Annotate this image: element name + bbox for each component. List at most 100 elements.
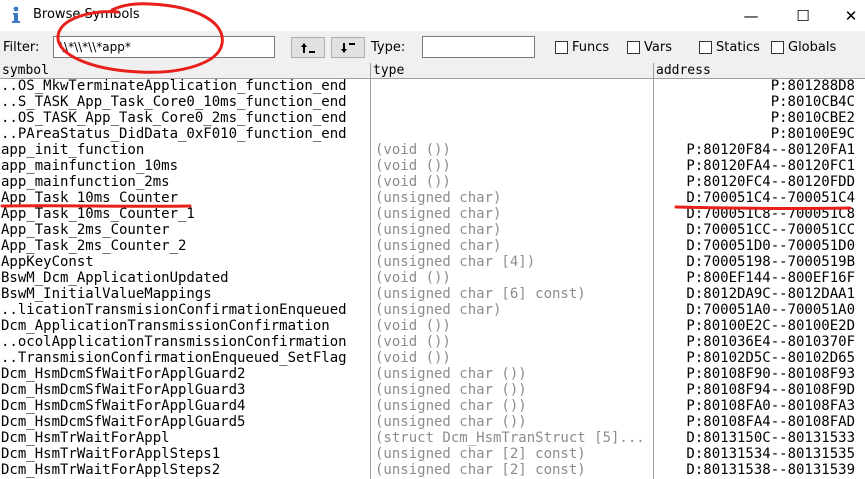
address-cell: D:700051C8--700051C8 [686,206,855,222]
table-row[interactable]: app_init_function (void ()) P:80120F84--80… [0,142,865,158]
table-row[interactable]: App_Task_10ms_Counter_1 (unsigned char) D:… [0,206,865,222]
table-row[interactable]: Dcm_HsmDcmSfWaitForApplGuard4 (unsigned c… [0,398,865,414]
type-cell: (unsigned char ()) [375,398,527,414]
type-cell: (void ()) [375,142,451,158]
column-header-type[interactable]: type [371,63,653,78]
symbol-cell: App_Task_10ms_Counter [1,190,179,206]
address-cell: P:80100E2C--80100E2D [686,318,855,334]
type-cell: (void ()) [375,158,451,174]
type-input[interactable] [422,36,535,58]
table-row[interactable]: ..PAreaStatus_DidData_0xF010_function_en… [0,126,865,142]
funcs-checkbox[interactable]: Funcs [555,40,609,55]
table-row[interactable]: ..S_TASK_App_Task_Core0_10ms_function_en… [0,94,865,110]
table-row[interactable]: Dcm_HsmDcmSfWaitForApplGuard2 (unsigned c… [0,366,865,382]
symbol-cell: app_init_function [1,142,145,158]
symbol-cell: app_mainfunction_2ms [1,174,170,190]
symbol-cell: Dcm_HsmDcmSfWaitForApplGuard3 [1,382,246,398]
funcs-label: Funcs [572,40,610,55]
globals-label: Globals [788,40,837,55]
address-cell: D:700051C4--700051C4 [686,190,855,206]
table-row[interactable]: app_mainfunction_2ms (void ()) P:80120FC4-… [0,174,865,190]
address-cell: P:80120F84--80120FA1 [686,142,855,158]
symbol-cell: ..PAreaStatus_DidData_0xF010_function_en… [1,126,347,142]
checkbox-box [555,41,568,54]
table-row[interactable]: ..TransmisionConfirmationEnqueued_SetFla… [0,350,865,366]
address-cell: P:801036E4--8010370F [686,334,855,350]
address-cell: P:80100E9C [770,126,855,142]
type-cell: (unsigned char ()) [375,382,527,398]
address-cell: P:80102D5C--80102D65 [686,350,855,366]
table-body: ..OS_MkwTerminateApplication_function_en… [0,78,865,478]
filter-input[interactable]: \\*\\*\\*app* [53,36,275,58]
table-row[interactable]: Dcm_HsmTrWaitForApplSteps1 (unsigned char… [0,446,865,462]
type-cell: (unsigned char [2] const) [375,462,586,478]
table-row[interactable]: Dcm_HsmTrWaitForApplSteps2 (unsigned char… [0,462,865,478]
type-cell: (void ()) [375,334,451,350]
address-cell: P:80120FC4--80120FDD [686,174,855,190]
address-cell: D:8013150C--80131533 [686,430,855,446]
address-cell: D:8012DA9C--8012DAA1 [686,286,855,302]
table-row[interactable]: BswM_InitialValueMappings (unsigned char … [0,286,865,302]
filter-toolbar: Filter: \\*\\*\\*app* Type: Funcs Vars S… [0,31,865,63]
table-row[interactable]: Dcm_HsmTrWaitForAppl (struct Dcm_HsmTranS… [0,430,865,446]
type-cell: (unsigned char [2] const) [375,446,586,462]
table-row[interactable]: App_Task_2ms_Counter (unsigned char) D:700… [0,222,865,238]
address-cell: D:80131538--80131539 [686,462,855,478]
type-cell: (unsigned char [6] const) [375,286,586,302]
symbol-cell: ..licationTransmisionConfirmationEnqueue… [1,302,347,318]
table-row[interactable]: App_Task_10ms_Counter (unsigned char) D:70… [0,190,865,206]
table-row[interactable]: Dcm_ApplicationTransmissionConfirmation (… [0,318,865,334]
statics-checkbox[interactable]: Statics [699,40,760,55]
info-icon [12,6,20,23]
statics-label: Statics [716,40,760,55]
address-cell: P:8010CB4C [770,94,855,110]
symbol-cell: ..S_TASK_App_Task_Core0_10ms_function_en… [1,94,347,110]
sort-descending-button[interactable] [331,37,365,58]
table-row[interactable]: ..OS_TASK_App_Task_Core0_2ms_function_en… [0,110,865,126]
address-cell: P:80108F94--80108F9D [686,382,855,398]
checkbox-box [771,41,784,54]
symbol-table[interactable]: symbol type address ..OS_MkwTerminateApp… [0,63,865,479]
title-bar: Browse Symbols — ☐ ✕ [0,0,865,31]
table-row[interactable]: ..OS_MkwTerminateApplication_function_en… [0,78,865,94]
globals-checkbox[interactable]: Globals [771,40,836,55]
type-cell: (struct Dcm_HsmTranStruct [5]... [375,430,645,446]
table-header: symbol type address [0,63,865,79]
table-row[interactable]: ..licationTransmisionConfirmationEnqueue… [0,302,865,318]
sort-down-icon [341,42,355,53]
table-row[interactable]: BswM_Dcm_ApplicationUpdated (void ()) P:80… [0,270,865,286]
address-cell: D:80131534--80131535 [686,446,855,462]
maximize-button[interactable]: ☐ [780,0,826,31]
vars-checkbox[interactable]: Vars [627,40,672,55]
symbol-cell: app_mainfunction_10ms [1,158,179,174]
symbol-cell: Dcm_HsmDcmSfWaitForApplGuard2 [1,366,246,382]
sort-ascending-button[interactable] [291,37,325,58]
symbol-cell: App_Task_2ms_Counter [1,222,170,238]
symbol-cell: ..OS_TASK_App_Task_Core0_2ms_function_en… [1,110,347,126]
symbol-cell: Dcm_HsmTrWaitForAppl [1,430,170,446]
address-cell: D:700051D0--700051D0 [686,238,855,254]
close-button[interactable]: ✕ [828,0,865,31]
minimize-button[interactable]: — [728,0,774,31]
symbol-cell: Dcm_HsmTrWaitForApplSteps1 [1,446,221,462]
symbol-cell: BswM_Dcm_ApplicationUpdated [1,270,229,286]
table-row[interactable]: app_mainfunction_10ms (void ()) P:80120FA4… [0,158,865,174]
column-header-address[interactable]: address [654,63,865,78]
address-cell: P:80108FA4--80108FAD [686,414,855,430]
sort-up-icon [301,42,315,53]
type-cell: (unsigned char ()) [375,414,527,430]
type-cell: (unsigned char ()) [375,366,527,382]
table-row[interactable]: Dcm_HsmDcmSfWaitForApplGuard3 (unsigned c… [0,382,865,398]
table-row[interactable]: ..ocolApplicationTransmissionConfirmatio… [0,334,865,350]
table-row[interactable]: AppKeyConst (unsigned char [4]) D:70005198… [0,254,865,270]
symbol-cell: Dcm_HsmDcmSfWaitForApplGuard5 [1,414,246,430]
symbol-cell: ..TransmisionConfirmationEnqueued_SetFla… [1,350,347,366]
symbol-cell: ..ocolApplicationTransmissionConfirmatio… [1,334,347,350]
address-cell: P:8010CBE2 [770,110,855,126]
type-cell: (void ()) [375,318,451,334]
symbol-cell: Dcm_ApplicationTransmissionConfirmation [1,318,330,334]
table-row[interactable]: Dcm_HsmDcmSfWaitForApplGuard5 (unsigned c… [0,414,865,430]
column-header-symbol[interactable]: symbol [0,63,370,78]
table-row[interactable]: App_Task_2ms_Counter_2 (unsigned char) D:7… [0,238,865,254]
address-cell: P:800EF144--800EF16F [686,270,855,286]
